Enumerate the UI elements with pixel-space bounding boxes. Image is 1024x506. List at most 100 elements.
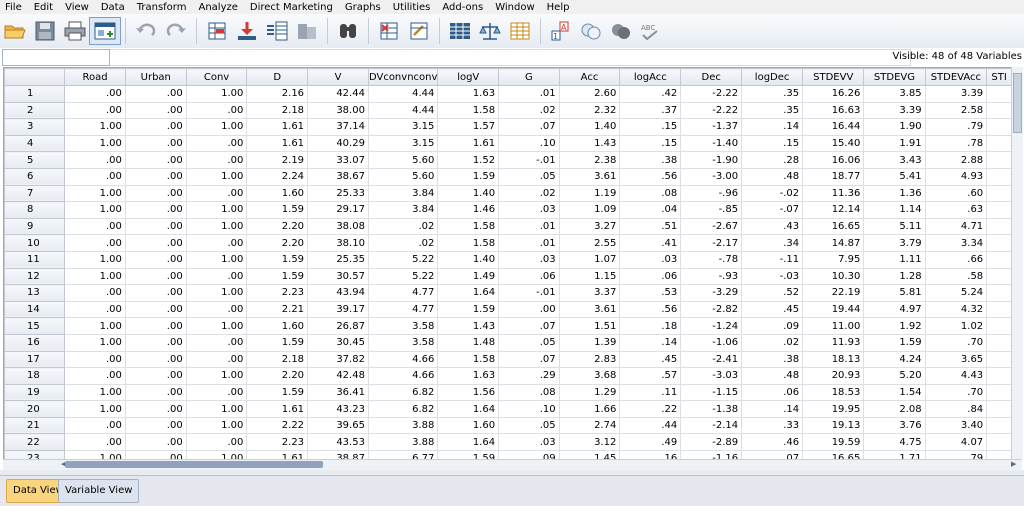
data-cell[interactable]: 4.44 [367,101,439,120]
data-cell[interactable]: .00 [64,284,126,302]
data-cell[interactable]: 1.11 [863,250,926,269]
data-cell[interactable]: .00 [185,383,248,402]
data-cell[interactable]: 2.83 [558,350,621,369]
column-header[interactable]: STDEVV [802,68,865,86]
data-cell[interactable]: .01 [498,234,560,252]
data-cell[interactable]: .00 [124,300,187,319]
data-cell[interactable]: 1.92 [863,317,926,335]
data-cell[interactable]: 11.93 [802,333,865,352]
data-cell[interactable]: 3.65 [924,350,988,369]
data-cell[interactable]: .00 [124,367,187,385]
data-cell[interactable]: .35 [741,85,804,103]
row-header[interactable]: 19 [4,383,66,402]
data-cell[interactable]: .00 [124,383,187,402]
data-cell[interactable]: 4.44 [367,85,439,103]
data-cell[interactable]: .70 [924,333,988,352]
data-cell[interactable]: 16.26 [802,85,865,103]
row-header[interactable]: 16 [4,333,66,352]
data-cell[interactable]: .00 [185,350,248,369]
select-cases-button[interactable] [505,18,535,44]
data-cell[interactable]: 3.61 [558,167,621,186]
data-cell[interactable]: 38.08 [307,217,369,236]
data-cell[interactable]: 3.15 [367,134,439,153]
data-cell[interactable]: 5.22 [367,267,439,286]
data-cell[interactable] [986,400,1012,418]
data-cell[interactable]: 2.22 [246,416,309,435]
data-cell[interactable]: .00 [185,184,248,203]
data-cell[interactable]: -1.37 [680,118,743,136]
data-cell[interactable]: 1.00 [185,201,248,219]
data-cell[interactable]: .04 [619,201,682,219]
data-cell[interactable]: .00 [64,167,126,186]
data-cell[interactable]: 1.57 [437,118,500,136]
data-cell[interactable]: .00 [124,151,187,169]
data-cell[interactable]: 11.36 [802,184,865,203]
data-cell[interactable]: -3.29 [680,284,743,302]
data-cell[interactable]: 3.85 [863,85,926,103]
data-cell[interactable]: 4.93 [924,167,988,186]
data-cell[interactable]: 1.61 [246,400,309,418]
data-cell[interactable]: 1.46 [437,201,500,219]
data-cell[interactable]: 7.95 [802,250,865,269]
data-cell[interactable]: 1.63 [437,85,500,103]
row-header[interactable]: 17 [4,350,66,369]
data-cell[interactable]: .06 [619,267,682,286]
data-cell[interactable]: 5.22 [367,250,439,269]
data-cell[interactable]: .02 [498,101,560,120]
data-cell[interactable]: 1.00 [64,267,126,286]
cell-value-editor[interactable] [110,49,911,66]
data-cell[interactable]: .18 [619,317,682,335]
row-header[interactable]: 11 [4,250,66,269]
row-header[interactable]: 5 [4,151,66,169]
row-header[interactable]: 4 [4,134,66,153]
data-cell[interactable]: 1.49 [437,267,500,286]
data-cell[interactable]: 43.23 [307,400,369,418]
data-cell[interactable]: .03 [619,250,682,269]
data-cell[interactable]: 4.32 [924,300,988,319]
print-button[interactable] [60,18,90,44]
data-cell[interactable]: .00 [185,134,248,153]
data-cell[interactable]: 14.87 [802,234,865,252]
data-cell[interactable]: 1.00 [185,317,248,335]
data-cell[interactable]: 2.38 [558,151,621,169]
data-cell[interactable]: .00 [185,267,248,286]
data-cell[interactable]: 19.44 [802,300,865,319]
menu-transform[interactable]: Transform [131,1,193,14]
data-cell[interactable]: 1.40 [437,184,500,203]
row-header[interactable]: 8 [4,201,66,219]
menu-direct-marketing[interactable]: Direct Marketing [244,1,339,14]
data-cell[interactable]: 1.90 [863,118,926,136]
menu-add-ons[interactable]: Add-ons [436,1,489,14]
data-cell[interactable]: 38.10 [307,234,369,252]
data-cell[interactable]: .33 [741,416,804,435]
data-cell[interactable]: .00 [124,234,187,252]
insert-cases-button[interactable] [374,18,404,44]
data-cell[interactable]: .60 [924,184,988,203]
data-cell[interactable]: .00 [185,151,248,169]
data-cell[interactable]: .48 [741,367,804,385]
data-cell[interactable]: 37.82 [307,350,369,369]
data-cell[interactable]: .63 [924,201,988,219]
row-header[interactable]: 3 [4,118,66,136]
data-cell[interactable]: 4.77 [367,300,439,319]
data-cell[interactable] [986,101,1012,120]
data-cell[interactable]: 2.20 [246,367,309,385]
menu-utilities[interactable]: Utilities [387,1,437,14]
data-cell[interactable]: 1.58 [437,234,500,252]
column-header[interactable]: logAcc [619,68,682,86]
data-cell[interactable]: 4.71 [924,217,988,236]
data-cell[interactable]: 20.93 [802,367,865,385]
data-cell[interactable]: .00 [64,217,126,236]
data-cell[interactable]: .37 [619,101,682,120]
data-cell[interactable]: 3.27 [558,217,621,236]
column-header[interactable]: STDEVAcc [924,68,988,86]
data-cell[interactable]: 1.00 [64,383,126,402]
data-cell[interactable]: 3.12 [558,433,621,452]
data-cell[interactable]: 1.19 [558,184,621,203]
value-labels-button[interactable]: A1 [546,18,576,44]
data-cell[interactable]: -.11 [741,250,804,269]
data-cell[interactable]: .00 [124,317,187,335]
cell-name-box[interactable] [2,49,110,66]
data-cell[interactable]: 3.84 [367,184,439,203]
data-cell[interactable]: 2.32 [558,101,621,120]
